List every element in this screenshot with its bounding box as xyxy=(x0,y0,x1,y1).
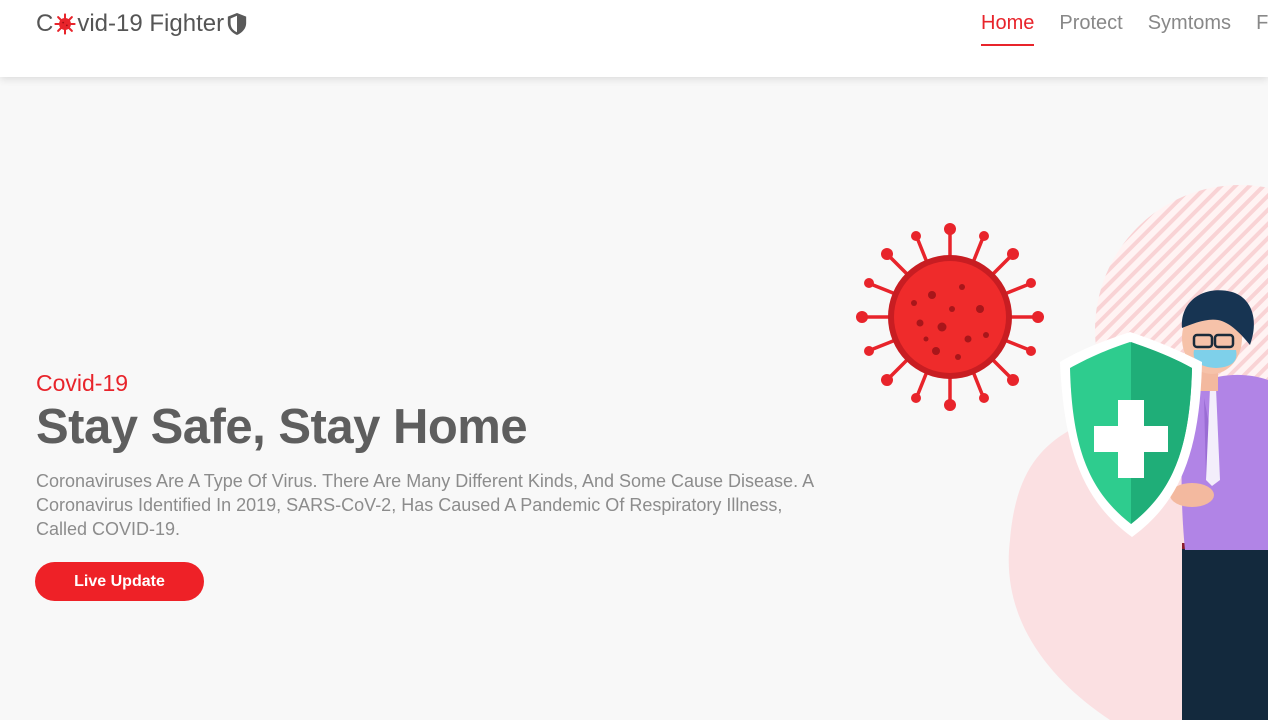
hero-illustration xyxy=(856,185,1268,720)
shield-icon xyxy=(227,13,247,35)
live-update-button[interactable]: Live Update xyxy=(35,562,204,601)
logo-text-suffix: vid-19 Fighter xyxy=(77,10,225,37)
top-navbar: C vid-19 Fighter Home Protect Symtoms F xyxy=(0,0,1268,77)
nav-link-more[interactable]: F xyxy=(1256,12,1268,46)
main-nav: Home Protect Symtoms F xyxy=(981,12,1268,46)
hero-eyebrow: Covid-19 xyxy=(36,370,129,396)
nav-link-protect[interactable]: Protect xyxy=(1059,12,1122,46)
site-logo[interactable]: C vid-19 Fighter xyxy=(36,10,248,38)
virus-icon xyxy=(54,13,76,35)
nav-link-symtoms[interactable]: Symtoms xyxy=(1148,12,1231,46)
hero-section: Covid-19 Stay Safe, Stay Home Coronaviru… xyxy=(36,370,816,541)
nav-link-home[interactable]: Home xyxy=(981,12,1035,46)
hero-description: Coronaviruses Are A Type Of Virus. There… xyxy=(36,471,814,539)
hero-headline: Stay Safe, Stay Home xyxy=(36,400,528,454)
logo-text-prefix: C xyxy=(36,10,54,37)
coronavirus-illustration xyxy=(856,223,1044,411)
